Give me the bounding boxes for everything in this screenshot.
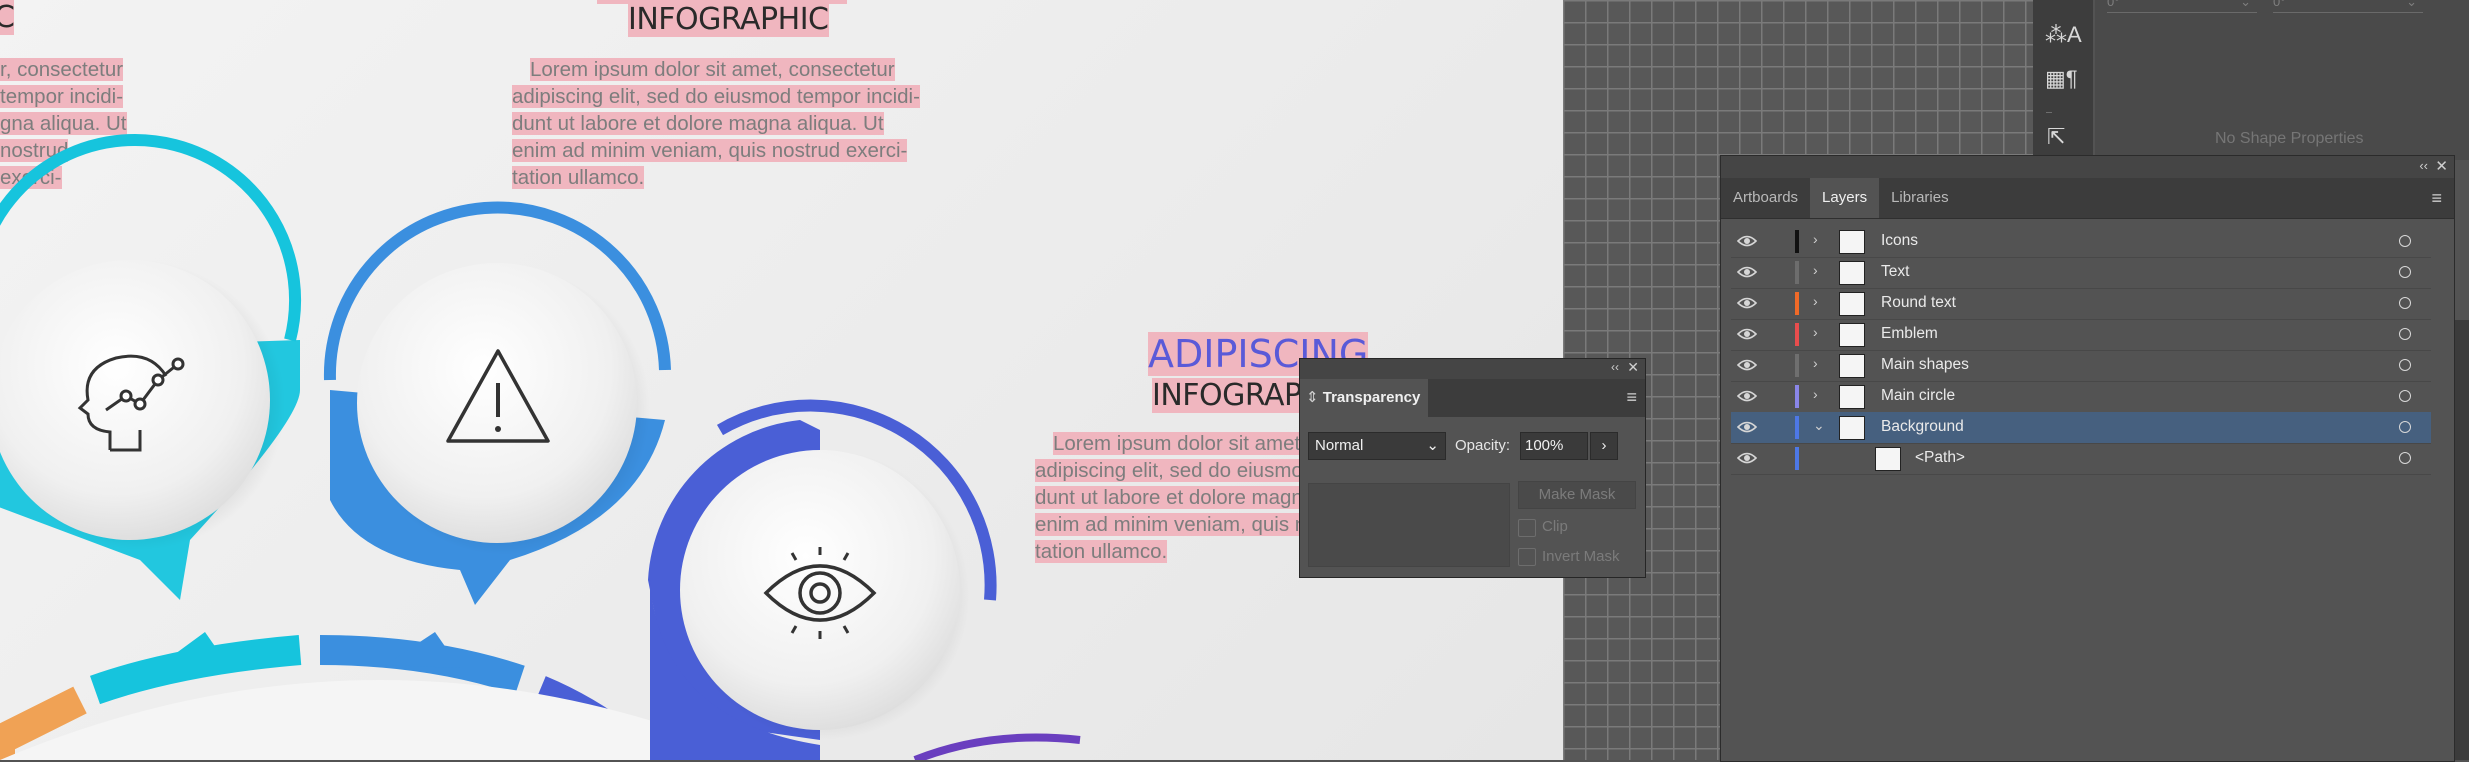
layer-thumbnail <box>1839 230 1865 254</box>
layer-row[interactable]: › Main circle <box>1731 381 2431 413</box>
chevron-right-icon[interactable]: › <box>1813 386 1818 402</box>
no-shape-properties-label: No Shape Properties <box>2215 130 2364 147</box>
layer-name: Main circle <box>1881 387 1956 404</box>
invert-mask-label: Invert Mask <box>1542 548 1620 565</box>
tab-libraries[interactable]: Libraries <box>1879 178 1961 218</box>
panel-menu-icon[interactable]: ≡ <box>2419 178 2454 218</box>
rotation-field-2[interactable]: 0° ⌄ <box>2273 0 2423 13</box>
visibility-eye-icon[interactable] <box>1737 451 1757 465</box>
opacity-input[interactable]: 100% <box>1520 432 1588 460</box>
layer-color-bar <box>1795 261 1799 284</box>
layer-color-bar <box>1795 230 1799 253</box>
eye-icon <box>763 547 877 639</box>
layer-thumbnail <box>1839 292 1865 316</box>
layer-name: Emblem <box>1881 325 1938 342</box>
layer-target-icon[interactable] <box>2399 266 2411 278</box>
layer-color-bar <box>1795 385 1799 408</box>
layer-row[interactable]: › Main shapes <box>1731 350 2431 382</box>
paragraph-tool-icon[interactable]: ▦¶ <box>2045 66 2078 92</box>
export-icon[interactable]: ⇱ <box>2047 124 2065 150</box>
layer-row[interactable]: › Text <box>1731 257 2431 289</box>
visibility-eye-icon[interactable] <box>1737 327 1757 341</box>
head-growth-icon <box>77 354 185 452</box>
layers-panel-topbar[interactable]: ‹‹ ✕ <box>1721 156 2454 178</box>
layer-color-bar <box>1795 416 1799 439</box>
layer-name: <Path> <box>1915 449 1965 466</box>
clip-label: Clip <box>1542 518 1568 535</box>
layer-target-icon[interactable] <box>2399 328 2411 340</box>
panel-menu-icon[interactable]: ≡ <box>1626 387 1637 408</box>
layer-name: Background <box>1881 418 1964 435</box>
mask-thumbnail <box>1308 483 1510 567</box>
make-mask-button[interactable]: Make Mask <box>1518 481 1636 509</box>
collapse-panel-icon[interactable]: ‹‹ <box>2419 158 2428 173</box>
tab-layers[interactable]: Layers <box>1810 178 1880 218</box>
area-type-tool-icon[interactable]: ⁂A <box>2045 22 2082 48</box>
visibility-eye-icon[interactable] <box>1737 234 1757 248</box>
layer-thumbnail <box>1839 385 1865 409</box>
visibility-eye-icon[interactable] <box>1737 389 1757 403</box>
layer-thumbnail <box>1875 447 1901 471</box>
layer-target-icon[interactable] <box>2399 452 2411 464</box>
layer-name: Text <box>1881 263 1910 280</box>
layer-target-icon[interactable] <box>2399 297 2411 309</box>
collapse-panel-icon[interactable]: ‹‹ <box>1611 360 1619 374</box>
layers-panel: ‹‹ ✕ Artboards Layers Libraries ≡ › Icons… <box>1720 155 2455 762</box>
layer-name: Round text <box>1881 294 1956 311</box>
layer-list: › Icons › Text › Round text › Emblem › Main shape… <box>1721 226 2454 486</box>
visibility-eye-icon[interactable] <box>1737 358 1757 372</box>
tab-transparency[interactable]: ⇕ Transparency <box>1300 379 1428 417</box>
close-panel-icon[interactable]: ✕ <box>2435 157 2448 175</box>
layer-name: Icons <box>1881 232 1919 249</box>
layer-color-bar <box>1795 354 1799 377</box>
tool-separator <box>2046 112 2052 113</box>
layer-row[interactable]: ⌄ Background <box>1731 412 2431 444</box>
layer-color-bar <box>1795 323 1799 346</box>
invert-mask-checkbox[interactable] <box>1518 548 1536 566</box>
layers-tabbar: Artboards Layers Libraries ≡ <box>1721 178 2454 219</box>
transparency-panel: ‹‹ ✕ ⇕ Transparency ≡ Normal ⌄ Opacity: 1… <box>1299 358 1646 578</box>
blend-mode-select[interactable]: Normal ⌄ <box>1308 432 1446 460</box>
layer-thumbnail <box>1839 261 1865 285</box>
visibility-eye-icon[interactable] <box>1737 296 1757 310</box>
chevron-right-icon[interactable]: › <box>1813 262 1818 278</box>
layer-name: Main shapes <box>1881 356 1969 373</box>
chevron-right-icon[interactable]: › <box>1813 293 1818 309</box>
visibility-eye-icon[interactable] <box>1737 265 1757 279</box>
layer-target-icon[interactable] <box>2399 235 2411 247</box>
transparency-tabbar: ⇕ Transparency ≡ <box>1300 379 1645 417</box>
layer-row[interactable]: › Emblem <box>1731 319 2431 351</box>
layer-thumbnail <box>1839 323 1865 347</box>
layer-row[interactable]: › Icons <box>1731 226 2431 258</box>
opacity-label: Opacity: <box>1455 437 1511 454</box>
layer-target-icon[interactable] <box>2399 359 2411 371</box>
clip-checkbox[interactable] <box>1518 519 1536 537</box>
opacity-arrow-button[interactable]: › <box>1590 432 1618 460</box>
layer-thumbnail <box>1839 354 1865 378</box>
layer-row[interactable]: › Round text <box>1731 288 2431 320</box>
chevron-right-icon[interactable]: › <box>1813 231 1818 247</box>
layer-color-bar <box>1795 292 1799 315</box>
layer-thumbnail <box>1839 416 1865 440</box>
tab-artboards[interactable]: Artboards <box>1721 178 1810 218</box>
properties-content: 0° ⌄ 0° ⌄ No Shape Properties <box>2095 0 2469 160</box>
rotation-field-1[interactable]: 0° ⌄ <box>2107 0 2257 13</box>
chevron-right-icon[interactable]: › <box>1813 355 1818 371</box>
close-panel-icon[interactable]: ✕ <box>1627 359 1639 376</box>
layer-target-icon[interactable] <box>2399 421 2411 433</box>
warning-icon <box>446 349 550 443</box>
layer-target-icon[interactable] <box>2399 390 2411 402</box>
layer-row[interactable]: <Path> <box>1731 443 2431 475</box>
scrollbar-strip[interactable] <box>2455 320 2469 760</box>
chevron-down-icon[interactable]: ⌄ <box>1813 417 1825 434</box>
visibility-eye-icon[interactable] <box>1737 420 1757 434</box>
tool-strip: ⁂A ▦¶ ⇱ <box>2033 0 2093 160</box>
transparency-topbar[interactable]: ‹‹ ✕ <box>1300 359 1645 379</box>
chevron-right-icon[interactable]: › <box>1813 324 1818 340</box>
layer-color-bar <box>1795 447 1799 470</box>
